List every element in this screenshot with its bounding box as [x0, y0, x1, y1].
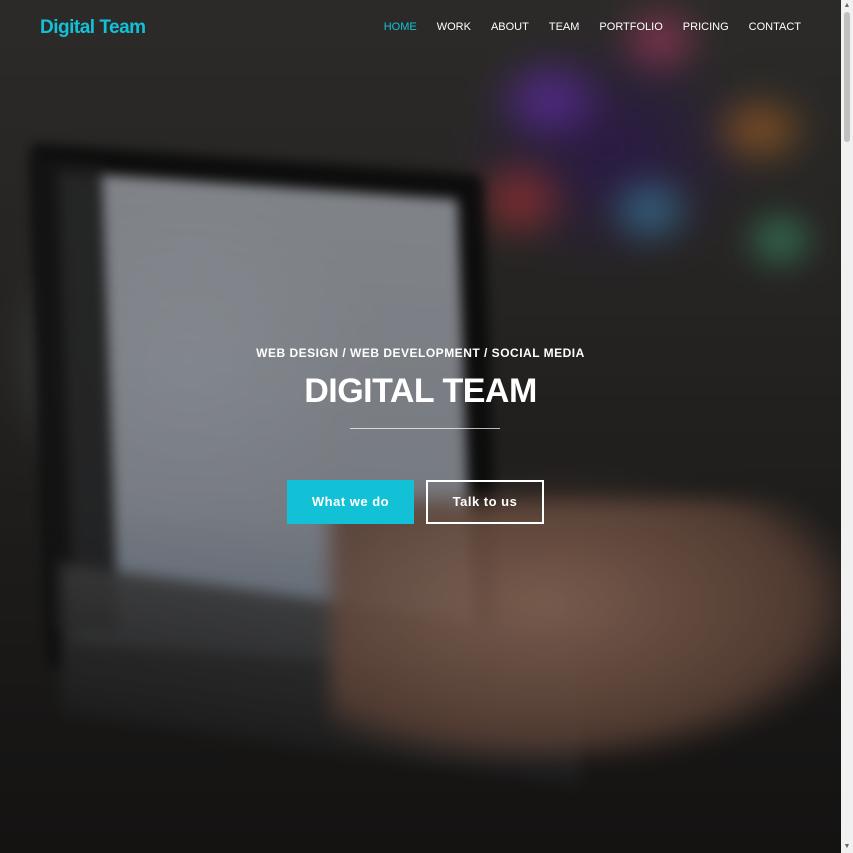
- hero-subtitle: WEB DESIGN / WEB DEVELOPMENT / SOCIAL ME…: [256, 346, 585, 360]
- page: Digital Team HOME WORK ABOUT TEAM PORTFO…: [0, 0, 853, 853]
- nav-item-team[interactable]: TEAM: [549, 21, 580, 33]
- talk-to-us-button[interactable]: Talk to us: [426, 480, 544, 524]
- nav-item-portfolio[interactable]: PORTFOLIO: [599, 21, 662, 33]
- vertical-scrollbar[interactable]: ▲ ▼: [841, 0, 853, 853]
- nav-item-about[interactable]: ABOUT: [491, 21, 529, 33]
- navbar: Digital Team HOME WORK ABOUT TEAM PORTFO…: [0, 0, 853, 58]
- nav-item-pricing[interactable]: PRICING: [683, 21, 729, 33]
- nav-item-work[interactable]: WORK: [437, 21, 471, 33]
- hero-title: DIGITAL TEAM: [304, 372, 537, 410]
- brand-logo[interactable]: Digital Team: [40, 17, 146, 39]
- scroll-down-icon[interactable]: ▼: [841, 841, 853, 853]
- nav-item-contact[interactable]: CONTACT: [749, 21, 801, 33]
- nav-menu: HOME WORK ABOUT TEAM PORTFOLIO PRICING C…: [384, 21, 801, 33]
- nav-item-home[interactable]: HOME: [384, 21, 417, 33]
- scrollbar-thumb[interactable]: [844, 12, 850, 142]
- hero-divider: [350, 428, 500, 429]
- scroll-up-icon[interactable]: ▲: [841, 0, 853, 12]
- hero-section: WEB DESIGN / WEB DEVELOPMENT / SOCIAL ME…: [0, 0, 841, 853]
- what-we-do-button[interactable]: What we do: [287, 480, 414, 524]
